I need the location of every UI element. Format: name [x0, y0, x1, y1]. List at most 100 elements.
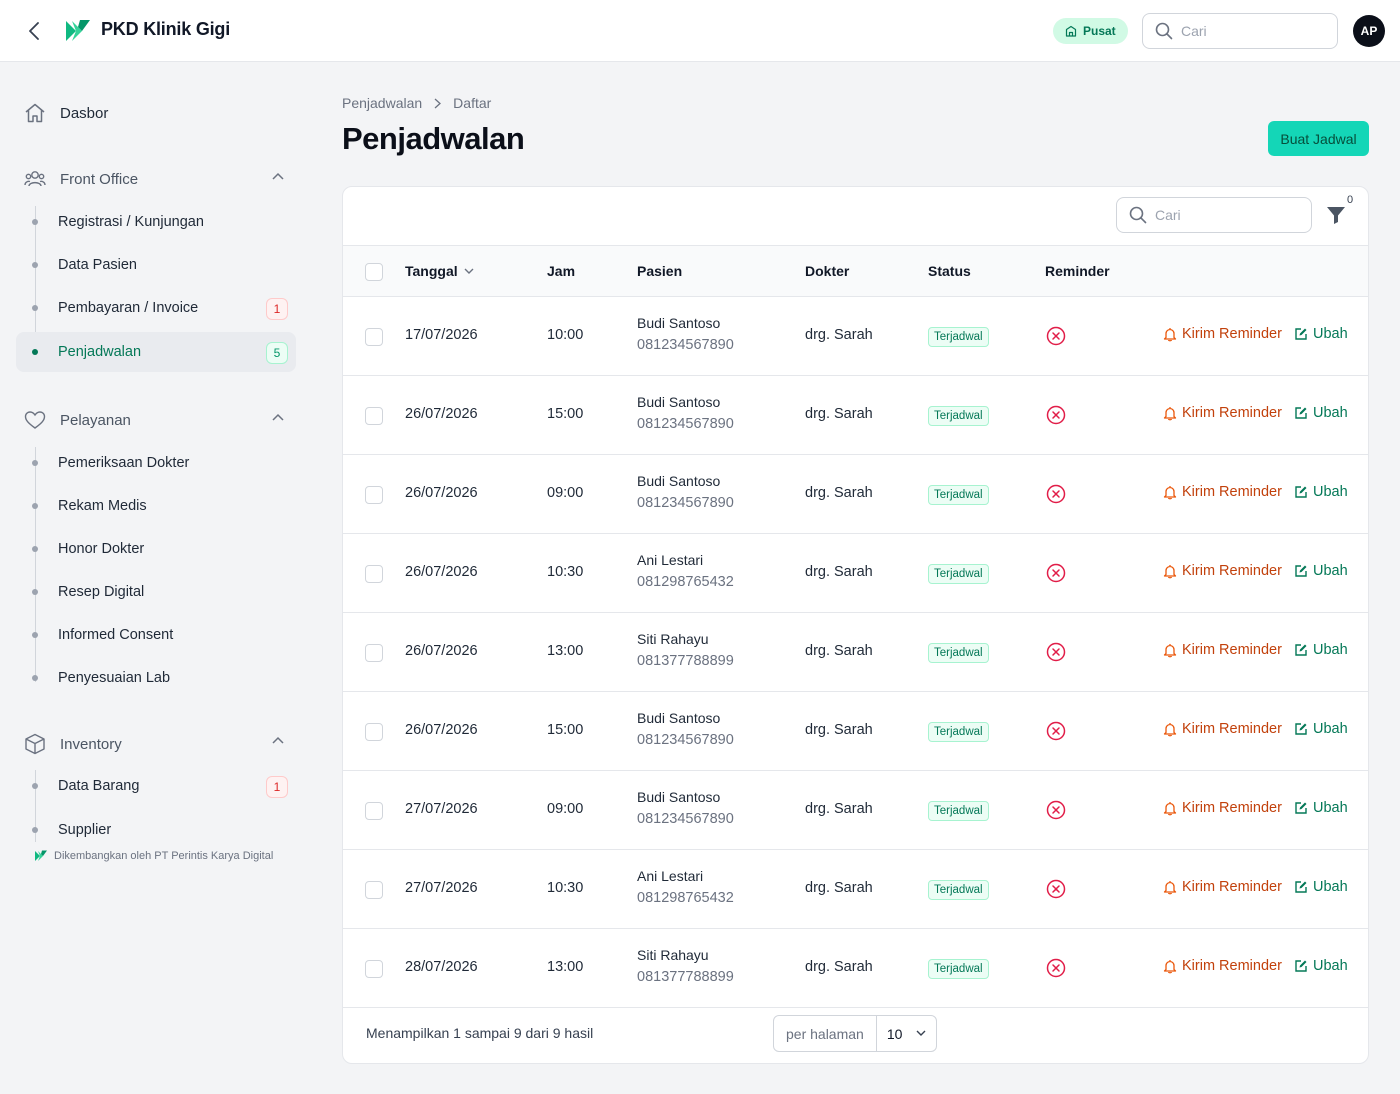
cell-doctor: drg. Sarah	[805, 959, 873, 975]
edit-button[interactable]: Ubah	[1294, 879, 1348, 895]
table-search[interactable]	[1116, 197, 1312, 233]
row-checkbox[interactable]	[365, 328, 383, 346]
breadcrumb-parent[interactable]: Penjadwalan	[342, 95, 422, 111]
filter-icon[interactable]	[1325, 204, 1347, 226]
patient-name: Siti Rahayu	[637, 631, 709, 647]
table-header: Tanggal Jam Pasien Dokter Status Reminde…	[343, 245, 1368, 297]
bell-icon	[1163, 406, 1177, 420]
chevron-up-icon[interactable]	[272, 413, 284, 421]
cell-time: 10:00	[547, 327, 584, 343]
row-checkbox[interactable]	[365, 802, 383, 820]
search-icon	[1155, 22, 1173, 40]
cell-time: 13:00	[547, 959, 584, 975]
row-checkbox[interactable]	[365, 486, 383, 504]
nav-dashboard[interactable]: Dasbor	[24, 102, 108, 124]
patient-name: Siti Rahayu	[637, 947, 709, 963]
nav-item-label: Penyesuaian Lab	[58, 670, 171, 686]
nav-item-penjadwalan[interactable]: Penjadwalan 5	[16, 332, 296, 372]
table-row: 26/07/2026 10:30 Ani Lestari 081298765432 dr…	[343, 534, 1368, 613]
building-icon	[1065, 25, 1077, 37]
edit-button[interactable]: Ubah	[1294, 800, 1348, 816]
send-reminder-button[interactable]: Kirim Reminder	[1163, 642, 1282, 658]
back-arrow-icon[interactable]	[22, 19, 46, 43]
row-checkbox[interactable]	[365, 644, 383, 662]
global-search[interactable]	[1142, 13, 1338, 49]
cell-doctor: drg. Sarah	[805, 485, 873, 501]
global-search-input[interactable]	[1181, 23, 1321, 39]
per-page-select[interactable]: 10	[877, 1016, 937, 1051]
send-reminder-label: Kirim Reminder	[1182, 563, 1282, 579]
reminder-not-sent-icon	[1046, 879, 1066, 899]
row-checkbox[interactable]	[365, 960, 383, 978]
row-checkbox[interactable]	[365, 881, 383, 899]
footer-credit: Dikembangkan oleh PT Perintis Karya Digi…	[34, 849, 273, 863]
nav-item-supplier[interactable]: Supplier	[16, 810, 296, 850]
table-row: 27/07/2026 10:30 Ani Lestari 081298765432 dr…	[343, 850, 1368, 929]
send-reminder-button[interactable]: Kirim Reminder	[1163, 326, 1282, 342]
send-reminder-button[interactable]: Kirim Reminder	[1163, 958, 1282, 974]
send-reminder-button[interactable]: Kirim Reminder	[1163, 800, 1282, 816]
edit-button[interactable]: Ubah	[1294, 642, 1348, 658]
nav-item-data-pasien[interactable]: Data Pasien	[16, 245, 296, 285]
bell-icon	[1163, 485, 1177, 499]
edit-button[interactable]: Ubah	[1294, 958, 1348, 974]
send-reminder-button[interactable]: Kirim Reminder	[1163, 721, 1282, 737]
cell-patient: Siti Rahayu 081377788899	[637, 631, 734, 669]
send-reminder-button[interactable]: Kirim Reminder	[1163, 484, 1282, 500]
sort-chevron-down-icon[interactable]	[464, 268, 474, 275]
edit-button[interactable]: Ubah	[1294, 563, 1348, 579]
table-search-input[interactable]	[1155, 207, 1295, 223]
row-checkbox[interactable]	[365, 407, 383, 425]
row-checkbox[interactable]	[365, 565, 383, 583]
cell-date: 27/07/2026	[405, 880, 478, 896]
nav-item-informed-consent[interactable]: Informed Consent	[16, 615, 296, 655]
cell-time: 10:30	[547, 880, 584, 896]
send-reminder-button[interactable]: Kirim Reminder	[1163, 405, 1282, 421]
edit-icon	[1295, 881, 1307, 893]
nav-item-rekam-medis[interactable]: Rekam Medis	[16, 486, 296, 526]
send-reminder-label: Kirim Reminder	[1182, 484, 1282, 500]
cell-patient: Budi Santoso 081234567890	[637, 473, 734, 511]
column-date-header[interactable]: Tanggal	[405, 263, 474, 279]
nav-item-registrasi[interactable]: Registrasi / Kunjungan	[16, 202, 296, 242]
row-checkbox[interactable]	[365, 723, 383, 741]
nav-item-data-barang[interactable]: Data Barang 1	[16, 766, 296, 806]
user-avatar[interactable]: AP	[1353, 15, 1385, 47]
nav-item-honor-dokter[interactable]: Honor Dokter	[16, 529, 296, 569]
nav-group-front-office[interactable]: Front Office	[24, 169, 288, 189]
chevron-up-icon[interactable]	[272, 172, 284, 180]
nav-item-label: Honor Dokter	[58, 541, 145, 557]
nav-item-pemeriksaan-dokter[interactable]: Pemeriksaan Dokter	[16, 443, 296, 483]
bell-icon	[1163, 564, 1177, 578]
cell-patient: Ani Lestari 081298765432	[637, 868, 734, 906]
column-status-header: Status	[928, 263, 971, 279]
nav-item-penyesuaian-lab[interactable]: Penyesuaian Lab	[16, 658, 296, 698]
column-label: Tanggal	[405, 263, 458, 279]
send-reminder-button[interactable]: Kirim Reminder	[1163, 879, 1282, 895]
column-doctor-header: Dokter	[805, 263, 850, 279]
send-reminder-label: Kirim Reminder	[1182, 958, 1282, 974]
chevron-up-icon[interactable]	[272, 736, 284, 744]
edit-label: Ubah	[1313, 405, 1348, 421]
send-reminder-button[interactable]: Kirim Reminder	[1163, 563, 1282, 579]
cell-doctor: drg. Sarah	[805, 327, 873, 343]
edit-button[interactable]: Ubah	[1294, 721, 1348, 737]
nav-item-resep-digital[interactable]: Resep Digital	[16, 572, 296, 612]
edit-button[interactable]: Ubah	[1294, 484, 1348, 500]
edit-button[interactable]: Ubah	[1294, 326, 1348, 342]
select-all-checkbox[interactable]	[365, 263, 383, 281]
nav-group-pelayanan[interactable]: Pelayanan	[24, 410, 288, 430]
status-badge: Terjadwal	[928, 880, 989, 900]
users-icon	[24, 171, 46, 187]
per-page-control: per halaman 10	[773, 1015, 938, 1052]
cell-time: 09:00	[547, 801, 584, 817]
nav-group-inventory[interactable]: Inventory	[24, 733, 288, 755]
cell-doctor: drg. Sarah	[805, 880, 873, 896]
edit-button[interactable]: Ubah	[1294, 405, 1348, 421]
nav-item-pembayaran[interactable]: Pembayaran / Invoice 1	[16, 288, 296, 328]
reminder-not-sent-icon	[1046, 405, 1066, 425]
edit-icon	[1295, 328, 1307, 340]
branch-badge[interactable]: Pusat	[1053, 18, 1128, 44]
create-schedule-button[interactable]: Buat Jadwal	[1268, 121, 1369, 156]
patient-phone: 081298765432	[637, 574, 734, 590]
